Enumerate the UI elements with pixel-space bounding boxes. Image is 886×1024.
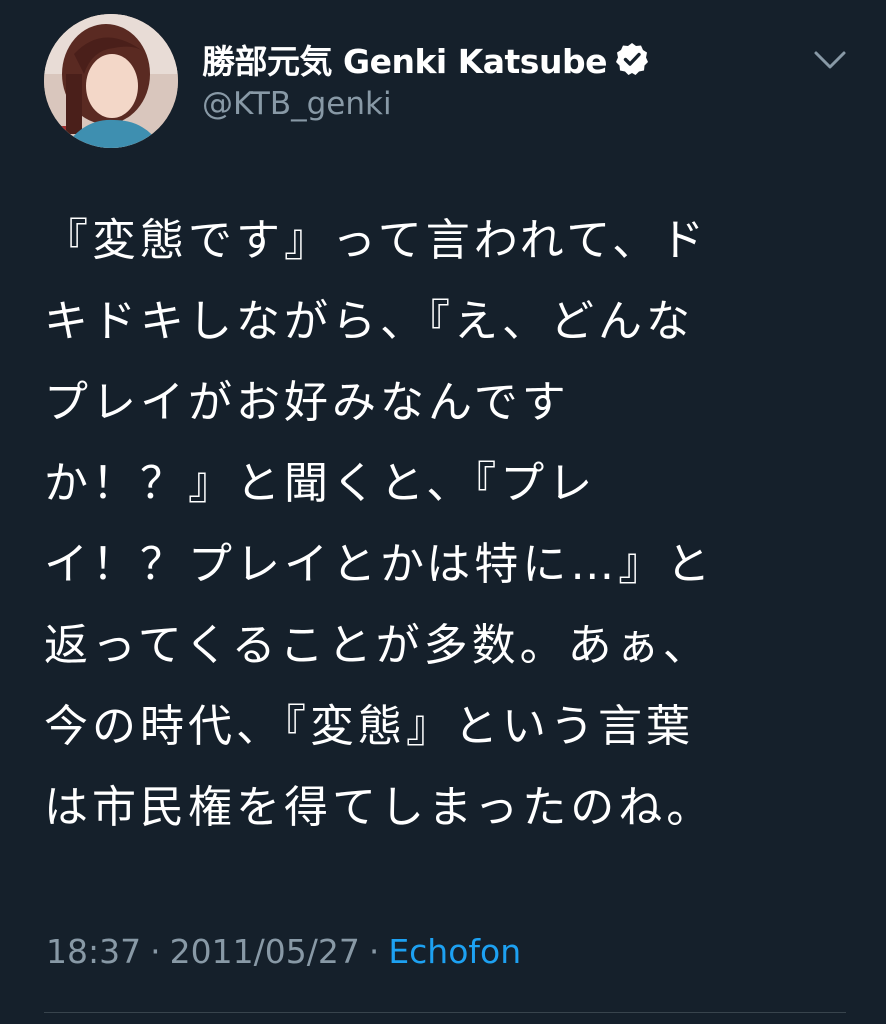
display-name[interactable]: 勝部元気 Genki Katsube	[202, 35, 607, 83]
tweet-time[interactable]: 18:37	[46, 932, 141, 971]
tweet-text-line: は市民権を得てしまったのね。	[44, 782, 715, 833]
avatar[interactable]	[44, 14, 178, 148]
avatar-image	[44, 14, 178, 148]
tweet-text-line: 『変態です』って言われて、ド	[44, 215, 709, 266]
chevron-down-icon[interactable]	[808, 42, 852, 78]
tweet-text-line: 今の時代、『変態』という言葉	[44, 701, 694, 752]
divider	[44, 1012, 846, 1013]
tweet-text: 『変態です』って言われて、ド キドキしながら、『え、どんな プレイがお好みなんで…	[44, 200, 844, 848]
tweet-card: 勝部元気 Genki Katsube @KTB_genki 『変態です』って言わ…	[0, 0, 886, 1024]
tweet-text-line: か！？』と聞くと、『プレ	[44, 458, 597, 509]
meta-separator: ·	[368, 932, 380, 971]
display-name-row: 勝部元気 Genki Katsube	[202, 34, 649, 84]
tweet-meta: 18:37 · 2011/05/27 · Echofon	[46, 932, 521, 971]
user-header[interactable]: 勝部元気 Genki Katsube @KTB_genki	[202, 34, 649, 122]
tweet-text-line: プレイがお好みなんです	[44, 377, 570, 428]
verified-badge-icon	[615, 42, 649, 76]
meta-separator: ·	[150, 932, 161, 971]
tweet-date[interactable]: 2011/05/27	[170, 932, 360, 971]
tweet-text-line: 返ってくることが多数。あぁ、	[44, 620, 711, 671]
tweet-source-link[interactable]: Echofon	[388, 932, 521, 971]
tweet-text-line: イ！？プレイとかは特に…』と	[44, 539, 715, 590]
tweet-text-line: キドキしながら、『え、どんな	[44, 296, 694, 347]
user-handle[interactable]: @KTB_genki	[202, 86, 649, 122]
